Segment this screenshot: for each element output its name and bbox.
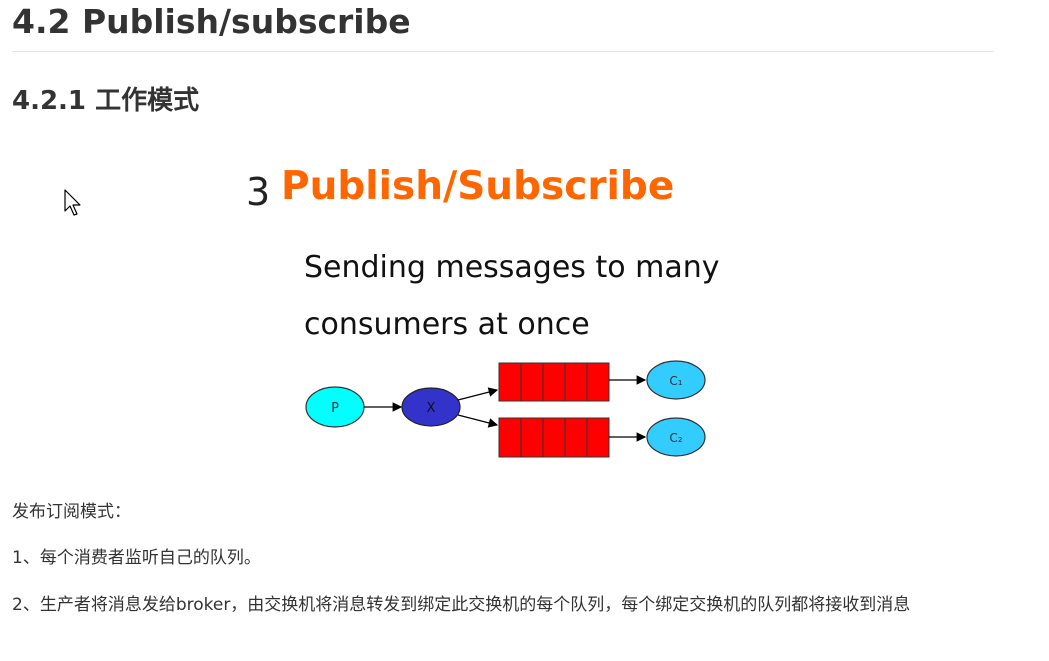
consumer-2-label: C₂ [669, 431, 682, 445]
exchange-diagram: P X C₁ C₂ [305, 360, 706, 458]
mouse-cursor-icon [64, 189, 81, 216]
queue-2 [498, 417, 610, 458]
heading-divider [12, 51, 994, 52]
figure-title: Publish/Subscribe [281, 164, 675, 209]
subsection-heading: 4.2.1 工作模式 [12, 86, 200, 116]
paragraph-intro: 发布订阅模式： [12, 502, 131, 522]
section-heading: 4.2 Publish/subscribe [12, 2, 411, 41]
publish-subscribe-figure: 3 Publish/Subscribe Sending messages to … [240, 160, 760, 465]
queue-1 [498, 362, 610, 402]
producer-label: P [331, 401, 339, 416]
figure-number: 3 [246, 170, 271, 214]
exchange-to-queue1-arrow [457, 387, 499, 401]
figure-subtitle-line2: consumers at once [304, 307, 590, 342]
exchange-to-queue2-arrow [457, 414, 499, 428]
figure-subtitle-line1: Sending messages to many [304, 250, 720, 285]
consumer-1-label: C₁ [669, 374, 682, 388]
exchange-label: X [427, 401, 436, 416]
paragraph-point-1: 1、每个消费者监听自己的队列。 [12, 548, 261, 568]
paragraph-point-2: 2、生产者将消息发给broker，由交换机将消息转发到绑定此交换机的每个队列，每… [12, 595, 911, 615]
